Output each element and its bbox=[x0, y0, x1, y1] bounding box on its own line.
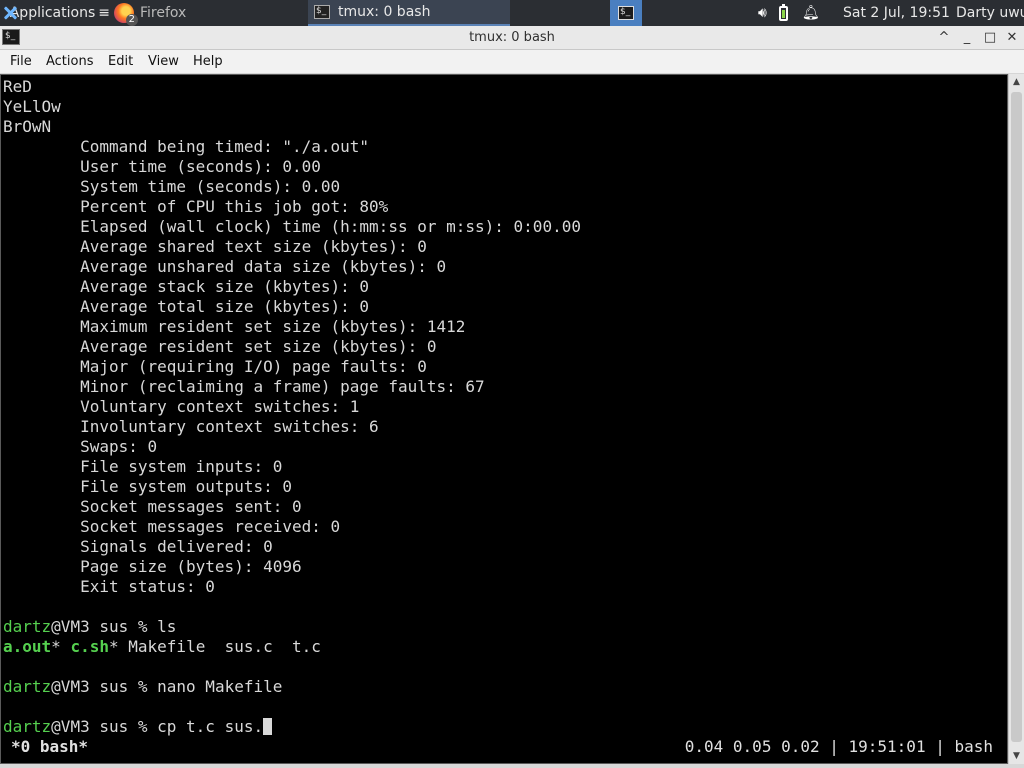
terminal-line: Average shared text size (kbytes): 0 bbox=[3, 237, 427, 256]
minimize-button[interactable]: _ bbox=[957, 28, 977, 48]
notification-bell-icon[interactable]: 🔔︎ bbox=[802, 5, 820, 21]
window-title: tmux: 0 bash bbox=[469, 30, 555, 45]
terminal-line: File system outputs: 0 bbox=[3, 477, 292, 496]
taskbar-tmux-label: tmux: 0 bash bbox=[338, 4, 431, 20]
tmux-window-list[interactable]: *0 bash* bbox=[11, 737, 88, 757]
terminal-line: Percent of CPU this job got: 80% bbox=[3, 197, 389, 216]
terminal-line: Elapsed (wall clock) time (h:mm:ss or m:… bbox=[3, 217, 581, 236]
prompt-host: @VM3 sus % bbox=[51, 677, 158, 696]
menu-actions[interactable]: Actions bbox=[46, 50, 94, 74]
terminal-line: Exit status: 0 bbox=[3, 577, 215, 596]
system-tray: 🔊︎ 🔔︎ bbox=[758, 0, 838, 26]
menu-view[interactable]: View bbox=[148, 50, 179, 74]
rollup-button[interactable]: ^ bbox=[934, 28, 954, 48]
prompt-host: @VM3 sus % bbox=[51, 717, 158, 736]
panel-clock[interactable]: Sat 2 Jul, 19:51 bbox=[843, 0, 953, 26]
scroll-down-arrow-icon[interactable]: ▼ bbox=[1009, 748, 1024, 764]
volume-icon[interactable]: 🔊︎ bbox=[758, 5, 767, 21]
tmux-status-bar: *0 bash* 0.04 0.05 0.02 | 19:51:01 | bas… bbox=[3, 737, 1003, 757]
scrollbar[interactable]: ▲ ▼ bbox=[1008, 74, 1024, 764]
tmux-status-right: 0.04 0.05 0.02 | 19:51:01 | bash bbox=[684, 737, 993, 756]
terminal-line: Voluntary context switches: 1 bbox=[3, 397, 360, 416]
terminal-line: Major (requiring I/O) page faults: 0 bbox=[3, 357, 427, 376]
ls-file-name: Makefile bbox=[128, 637, 206, 656]
terminal-line: YeLlOw bbox=[3, 97, 61, 116]
prompt-user: dartz bbox=[3, 717, 52, 736]
ls-output-line: a.out* c.sh* Makefile sus.c t.c bbox=[3, 637, 581, 657]
battery-icon[interactable] bbox=[778, 3, 788, 21]
terminal-icon: $_ bbox=[314, 5, 330, 19]
ls-file-suffix: * bbox=[51, 637, 61, 656]
menu-edit[interactable]: Edit bbox=[108, 50, 133, 74]
prompt-line: dartz@VM3 sus % cp t.c sus. bbox=[3, 717, 581, 737]
top-panel: Applications ≡ 2 Firefox $_ tmux: 0 bash… bbox=[0, 0, 1024, 26]
terminal-line: Minor (reclaiming a frame) page faults: … bbox=[3, 377, 485, 396]
terminal-line: Average stack size (kbytes): 0 bbox=[3, 277, 370, 296]
terminal-line: Socket messages sent: 0 bbox=[3, 497, 302, 516]
ls-file-suffix: * bbox=[108, 637, 119, 656]
terminal-line: System time (seconds): 0.00 bbox=[3, 177, 341, 196]
prompt-user: dartz bbox=[3, 617, 52, 636]
ls-file-name: sus.c bbox=[224, 637, 273, 656]
ls-file-name: t.c bbox=[292, 637, 321, 656]
prompt-line: dartz@VM3 sus % ls bbox=[3, 617, 581, 637]
scrollbar-thumb[interactable] bbox=[1011, 92, 1022, 742]
terminal-line: Swaps: 0 bbox=[3, 437, 158, 456]
close-button[interactable]: ✕ bbox=[1002, 28, 1022, 48]
workspace-terminal-icon: $_ bbox=[618, 6, 634, 20]
command-text: ls bbox=[157, 617, 177, 636]
terminal-area[interactable]: ReD YeLlOw BrOwN Command being timed: "./a… bbox=[0, 74, 1008, 764]
menu-file[interactable]: File bbox=[10, 50, 32, 74]
terminal-output: ReD YeLlOw BrOwN Command being timed: "./a… bbox=[3, 77, 581, 737]
menu-help[interactable]: Help bbox=[193, 50, 223, 74]
scroll-up-arrow-icon[interactable]: ▲ bbox=[1009, 74, 1024, 90]
ls-file-name: a.out bbox=[3, 637, 52, 656]
command-text: cp t.c sus. bbox=[157, 717, 264, 736]
command-text: nano Makefile bbox=[157, 677, 283, 696]
terminal-line: Page size (bytes): 4096 bbox=[3, 557, 302, 576]
taskbar-tmux[interactable]: $_ tmux: 0 bash bbox=[308, 0, 510, 26]
prompt-host: @VM3 sus % bbox=[51, 617, 158, 636]
ls-file-name: c.sh bbox=[70, 637, 109, 656]
terminal-line: Average total size (kbytes): 0 bbox=[3, 297, 370, 316]
workspace-switcher[interactable]: $_ bbox=[610, 0, 642, 26]
applications-label: Applications bbox=[9, 5, 96, 21]
xfce-logo-icon bbox=[2, 5, 7, 21]
user-menu[interactable]: Darty uwu bbox=[956, 0, 1024, 26]
terminal-line: Socket messages received: 0 bbox=[3, 517, 341, 536]
terminal-line: BrOwN bbox=[3, 117, 52, 136]
terminal-line: Command being timed: "./a.out" bbox=[3, 137, 370, 156]
applications-menu-icon: ≡ bbox=[98, 5, 110, 21]
terminal-line: User time (seconds): 0.00 bbox=[3, 157, 321, 176]
prompt-user: dartz bbox=[3, 677, 52, 696]
prompt-line: dartz@VM3 sus % nano Makefile bbox=[3, 677, 581, 697]
taskbar-firefox[interactable]: 2 Firefox bbox=[110, 0, 306, 26]
terminal-line: Maximum resident set size (kbytes): 1412 bbox=[3, 317, 466, 336]
applications-menu[interactable]: Applications ≡ bbox=[0, 0, 110, 26]
terminal-line: Average unshared data size (kbytes): 0 bbox=[3, 257, 447, 276]
menubar: File Actions Edit View Help bbox=[0, 50, 1024, 74]
window-titlebar[interactable]: $_ tmux: 0 bash ^ _ □ ✕ bbox=[0, 26, 1024, 50]
taskbar-firefox-label: Firefox bbox=[140, 5, 187, 21]
terminal-line: Average resident set size (kbytes): 0 bbox=[3, 337, 437, 356]
window-bottom-border bbox=[0, 764, 1024, 768]
terminal-line: Signals delivered: 0 bbox=[3, 537, 273, 556]
terminal-line: Involuntary context switches: 6 bbox=[3, 417, 379, 436]
firefox-window-count: 2 bbox=[125, 14, 138, 26]
terminal-line: File system inputs: 0 bbox=[3, 457, 283, 476]
maximize-button[interactable]: □ bbox=[980, 28, 1000, 48]
terminal-line: ReD bbox=[3, 77, 32, 96]
terminal-cursor bbox=[263, 718, 273, 735]
firefox-icon: 2 bbox=[114, 3, 138, 26]
